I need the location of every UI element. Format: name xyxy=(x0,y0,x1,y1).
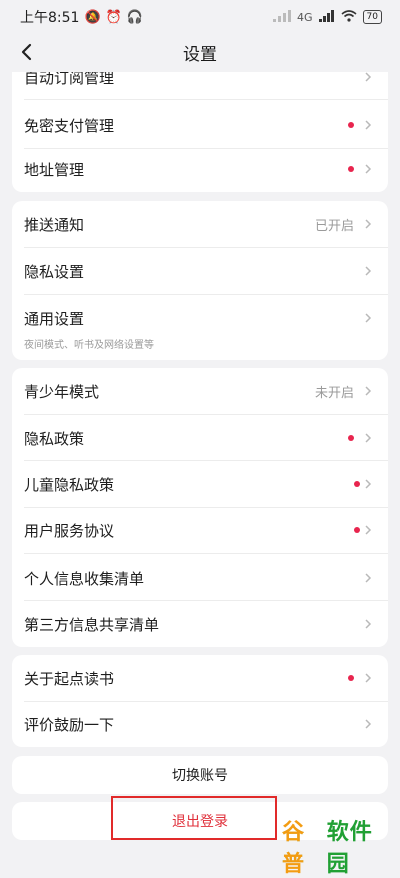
watermark-part1: 谷普 xyxy=(282,820,306,877)
back-button[interactable] xyxy=(12,38,40,66)
red-dot-badge xyxy=(348,675,354,681)
chevron-right-icon xyxy=(365,619,372,629)
logout-highlight-box xyxy=(111,796,277,840)
switch-account-button[interactable]: 切换账号 xyxy=(12,756,388,794)
row-about-qidian[interactable]: 关于起点读书 xyxy=(24,655,388,701)
row-label: 推送通知 xyxy=(24,215,85,234)
row-label: 隐私政策 xyxy=(24,429,85,448)
network-label: 4G xyxy=(297,10,313,24)
status-time: 上午8:51 xyxy=(20,10,80,26)
switch-account-label: 切换账号 xyxy=(172,768,228,784)
row-label: 儿童隐私政策 xyxy=(24,475,115,494)
nav-header: 设置 xyxy=(0,34,400,70)
row-teen-mode[interactable]: 青少年模式 未开启 xyxy=(24,368,388,414)
status-bar: 上午8:51 🔕 ⏰ 🎧 4G 70 xyxy=(0,0,400,34)
row-password-free-payment[interactable]: 免密支付管理 xyxy=(24,102,388,148)
battery-icon: 70 xyxy=(362,10,382,24)
signal-strong-icon xyxy=(318,9,335,25)
row-third-party-sharing[interactable]: 第三方信息共享清单 xyxy=(24,601,388,647)
chevron-right-icon xyxy=(365,386,372,396)
chevron-right-icon xyxy=(365,433,372,443)
status-left: 上午8:51 🔕 ⏰ 🎧 xyxy=(20,7,143,27)
chevron-right-icon xyxy=(365,164,372,174)
divider xyxy=(24,553,388,554)
row-address-management[interactable]: 地址管理 xyxy=(24,146,388,192)
red-dot-badge xyxy=(348,435,354,441)
row-personal-info-list[interactable]: 个人信息收集清单 xyxy=(24,555,388,601)
row-rate-app[interactable]: 评价鼓励一下 xyxy=(24,701,388,747)
row-label: 关于起点读书 xyxy=(24,669,115,688)
row-child-privacy-policy[interactable]: 儿童隐私政策 xyxy=(24,461,388,507)
settings-card-payment: 自动订阅管理 免密支付管理 地址管理 xyxy=(12,72,388,192)
row-label: 评价鼓励一下 xyxy=(24,715,115,734)
row-privacy-settings[interactable]: 隐私设置 xyxy=(24,248,388,294)
watermark-part2: 软件园 xyxy=(326,820,373,877)
row-label: 用户服务协议 xyxy=(24,521,115,540)
divider xyxy=(24,99,388,100)
settings-card-policies: 青少年模式 未开启 隐私政策 儿童隐私政策 用户服务协议 个人信息收集清单 第三… xyxy=(12,368,388,647)
row-general-settings[interactable]: 通用设置 xyxy=(24,295,388,341)
row-label: 通用设置 xyxy=(24,309,85,328)
row-label: 隐私设置 xyxy=(24,262,85,281)
row-privacy-policy[interactable]: 隐私政策 xyxy=(24,415,388,461)
chevron-right-icon xyxy=(365,479,372,489)
watermark-logo: 谷普 软件园 xyxy=(276,820,400,877)
wifi-icon xyxy=(341,9,357,25)
settings-card-about: 关于起点读书 评价鼓励一下 xyxy=(12,655,388,747)
alarm-icon: ⏰ xyxy=(105,9,122,25)
chevron-right-icon xyxy=(365,72,372,82)
status-text: 已开启 xyxy=(314,218,354,234)
settings-card-notifications: 推送通知 已开启 隐私设置 通用设置 夜间模式、听书及网络设置等 xyxy=(12,201,388,360)
row-auto-subscribe[interactable]: 自动订阅管理 xyxy=(24,72,388,100)
chevron-left-icon xyxy=(21,43,32,61)
row-user-agreement[interactable]: 用户服务协议 xyxy=(24,507,388,553)
row-label: 自动订阅管理 xyxy=(24,72,115,87)
row-subtitle: 夜间模式、听书及网络设置等 xyxy=(24,340,154,351)
row-push-notifications[interactable]: 推送通知 已开启 xyxy=(24,201,388,247)
red-dot-badge xyxy=(354,527,360,533)
red-dot-badge xyxy=(354,481,360,487)
row-label: 个人信息收集清单 xyxy=(24,569,145,588)
mute-icon: 🔕 xyxy=(84,9,101,25)
row-label: 免密支付管理 xyxy=(24,116,115,135)
row-label: 青少年模式 xyxy=(24,382,100,401)
page-title: 设置 xyxy=(183,44,217,65)
chevron-right-icon xyxy=(365,266,372,276)
status-text: 未开启 xyxy=(314,385,354,401)
signal-icon xyxy=(273,9,292,25)
row-label: 地址管理 xyxy=(24,160,85,179)
headphones-icon: 🎧 xyxy=(126,9,144,25)
status-right: 4G 70 xyxy=(273,9,382,25)
chevron-right-icon xyxy=(365,573,372,583)
chevron-right-icon xyxy=(365,219,372,229)
row-label: 第三方信息共享清单 xyxy=(24,615,160,634)
chevron-right-icon xyxy=(365,120,372,130)
chevron-right-icon xyxy=(365,525,372,535)
chevron-right-icon xyxy=(365,313,372,323)
red-dot-badge xyxy=(348,166,354,172)
red-dot-badge xyxy=(348,122,354,128)
chevron-right-icon xyxy=(365,719,372,729)
chevron-right-icon xyxy=(365,673,372,683)
